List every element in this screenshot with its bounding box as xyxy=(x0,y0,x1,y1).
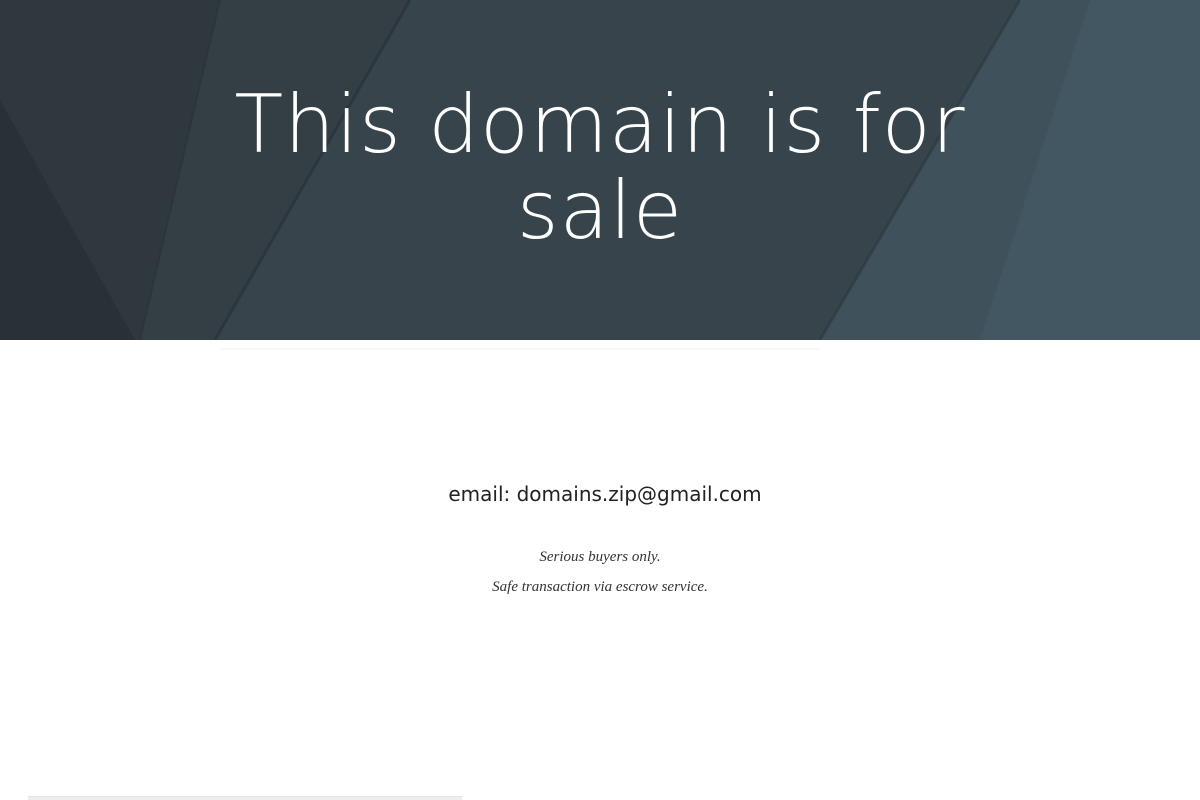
page-title: This domain is for sale xyxy=(234,78,966,257)
bottom-edge-bar xyxy=(28,796,462,800)
divider xyxy=(220,348,820,352)
note-serious-buyers: Serious buyers only. xyxy=(539,549,661,565)
contact-email[interactable]: email: domains.zip@gmail.com xyxy=(300,480,910,508)
hero-banner: This domain is for sale xyxy=(0,0,1200,340)
page: This domain is for sale email: domains.z… xyxy=(0,0,1200,800)
main-content: email: domains.zip@gmail.com Serious buy… xyxy=(0,340,1200,800)
note-escrow: Safe transaction via escrow service. xyxy=(492,579,708,595)
